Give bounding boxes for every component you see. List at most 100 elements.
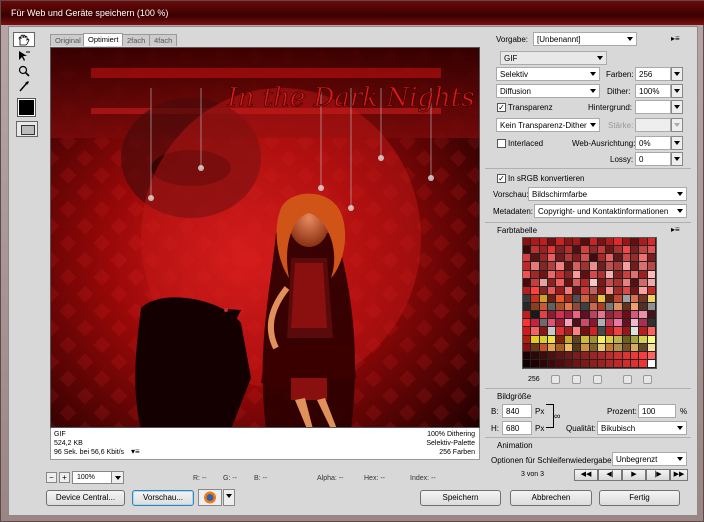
color-table-swatch[interactable] — [631, 319, 640, 328]
color-table-swatch[interactable] — [572, 351, 582, 360]
color-table-swatch[interactable] — [631, 294, 640, 303]
color-table-swatch[interactable] — [556, 270, 565, 279]
color-table-swatch[interactable] — [581, 335, 590, 344]
color-table-swatch[interactable] — [547, 294, 557, 303]
color-table-swatch[interactable] — [556, 351, 565, 360]
convert-srgb-checkbox[interactable]: ✓ — [497, 174, 506, 183]
color-table-swatch[interactable] — [631, 351, 640, 360]
color-table-swatch[interactable] — [589, 278, 598, 287]
color-reduction-dropdown[interactable]: Selektiv — [496, 67, 600, 81]
save-button[interactable]: Speichern — [420, 490, 501, 506]
color-table-swatch[interactable] — [647, 319, 656, 328]
color-table-swatch[interactable] — [589, 254, 598, 263]
color-table-swatch[interactable] — [614, 359, 623, 368]
color-table-swatch[interactable] — [572, 343, 582, 352]
color-table-swatch[interactable] — [523, 311, 532, 320]
color-table-swatch[interactable] — [572, 270, 582, 279]
trash-icon[interactable] — [643, 375, 652, 384]
color-table-swatch[interactable] — [614, 262, 623, 271]
color-table-swatch[interactable] — [622, 327, 632, 336]
color-table-swatch[interactable] — [523, 319, 532, 328]
color-table-swatch[interactable] — [631, 286, 640, 295]
color-table-swatch[interactable] — [564, 286, 573, 295]
optimize-menu-icon[interactable]: ▸≡ — [671, 34, 680, 43]
web-shift-icon[interactable] — [572, 375, 581, 384]
color-table-swatch[interactable] — [639, 327, 648, 336]
color-table-swatch[interactable] — [539, 319, 548, 328]
color-table-swatch[interactable] — [581, 319, 590, 328]
color-table-swatch[interactable] — [606, 238, 615, 247]
color-table-swatch[interactable] — [622, 303, 632, 312]
color-table-swatch[interactable] — [572, 238, 582, 247]
color-table-swatch[interactable] — [597, 351, 607, 360]
color-table-swatch[interactable] — [639, 311, 648, 320]
toggle-slices-visibility-icon[interactable] — [16, 121, 38, 137]
color-table-swatch[interactable] — [614, 270, 623, 279]
color-table-swatch[interactable] — [639, 262, 648, 271]
color-table-swatch[interactable] — [556, 262, 565, 271]
color-table-swatch[interactable] — [639, 270, 648, 279]
eyedropper-color-swatch[interactable] — [17, 98, 36, 117]
color-table-swatch[interactable] — [631, 262, 640, 271]
color-table-swatch[interactable] — [581, 238, 590, 247]
color-table-swatch[interactable] — [614, 335, 623, 344]
color-table-swatch[interactable] — [622, 311, 632, 320]
color-table-swatch[interactable] — [556, 278, 565, 287]
color-table-swatch[interactable] — [622, 319, 632, 328]
color-table-swatch[interactable] — [556, 286, 565, 295]
color-table-swatch[interactable] — [606, 311, 615, 320]
color-table-swatch[interactable] — [589, 270, 598, 279]
color-table-swatch[interactable] — [631, 343, 640, 352]
color-table-swatch[interactable] — [639, 351, 648, 360]
width-field[interactable]: 840 — [502, 404, 532, 418]
color-table-swatch[interactable] — [572, 278, 582, 287]
color-table-swatch[interactable] — [589, 359, 598, 368]
color-table-swatch[interactable] — [606, 294, 615, 303]
color-table-swatch[interactable] — [589, 327, 598, 336]
color-table-swatch[interactable] — [539, 335, 548, 344]
play-button[interactable]: ▶ — [622, 469, 646, 481]
color-table-swatch[interactable] — [547, 278, 557, 287]
link-chain-icon[interactable]: ∞ — [554, 411, 560, 421]
color-table-swatch[interactable] — [547, 270, 557, 279]
color-table-swatch[interactable] — [539, 270, 548, 279]
color-table-swatch[interactable] — [589, 303, 598, 312]
done-button[interactable]: Fertig — [599, 490, 680, 506]
color-table-swatch[interactable] — [647, 262, 656, 271]
color-table-swatch[interactable] — [556, 319, 565, 328]
color-table-swatch[interactable] — [597, 286, 607, 295]
color-table-swatch[interactable] — [572, 294, 582, 303]
color-table-swatch[interactable] — [539, 359, 548, 368]
color-table-swatch[interactable] — [581, 278, 590, 287]
dither-algorithm-dropdown[interactable]: Diffusion — [496, 84, 600, 98]
color-table-swatch[interactable] — [556, 311, 565, 320]
color-table-swatch[interactable] — [597, 303, 607, 312]
color-table-swatch[interactable] — [531, 303, 540, 312]
color-table-swatch[interactable] — [639, 303, 648, 312]
colors-field[interactable]: 256 — [635, 67, 671, 81]
color-table-swatch[interactable] — [531, 270, 540, 279]
color-table-swatch[interactable] — [523, 262, 532, 271]
previous-frame-button[interactable]: ◀| — [598, 469, 622, 481]
color-table-swatch[interactable] — [564, 254, 573, 263]
color-table-swatch[interactable] — [572, 327, 582, 336]
color-table-swatch[interactable] — [547, 286, 557, 295]
browser-select-dropdown[interactable] — [223, 489, 235, 506]
color-table-swatch[interactable] — [614, 278, 623, 287]
height-field[interactable]: 680 — [502, 421, 532, 435]
color-table-swatch[interactable] — [639, 278, 648, 287]
hand-tool-icon[interactable] — [13, 32, 35, 47]
color-table-swatch[interactable] — [622, 294, 632, 303]
color-table-swatch[interactable] — [622, 270, 632, 279]
tab-2up[interactable]: 2fach — [122, 34, 151, 46]
color-table-swatch[interactable] — [556, 303, 565, 312]
last-frame-button[interactable]: ▶▶ — [670, 469, 688, 481]
color-table-swatch[interactable] — [564, 238, 573, 247]
color-table-swatch[interactable] — [606, 327, 615, 336]
color-table-swatch[interactable] — [523, 335, 532, 344]
color-table-swatch[interactable] — [647, 327, 656, 336]
color-table-swatch[interactable] — [572, 303, 582, 312]
color-table-swatch[interactable] — [622, 238, 632, 247]
color-table-swatch[interactable] — [614, 351, 623, 360]
next-frame-button[interactable]: |▶ — [646, 469, 670, 481]
